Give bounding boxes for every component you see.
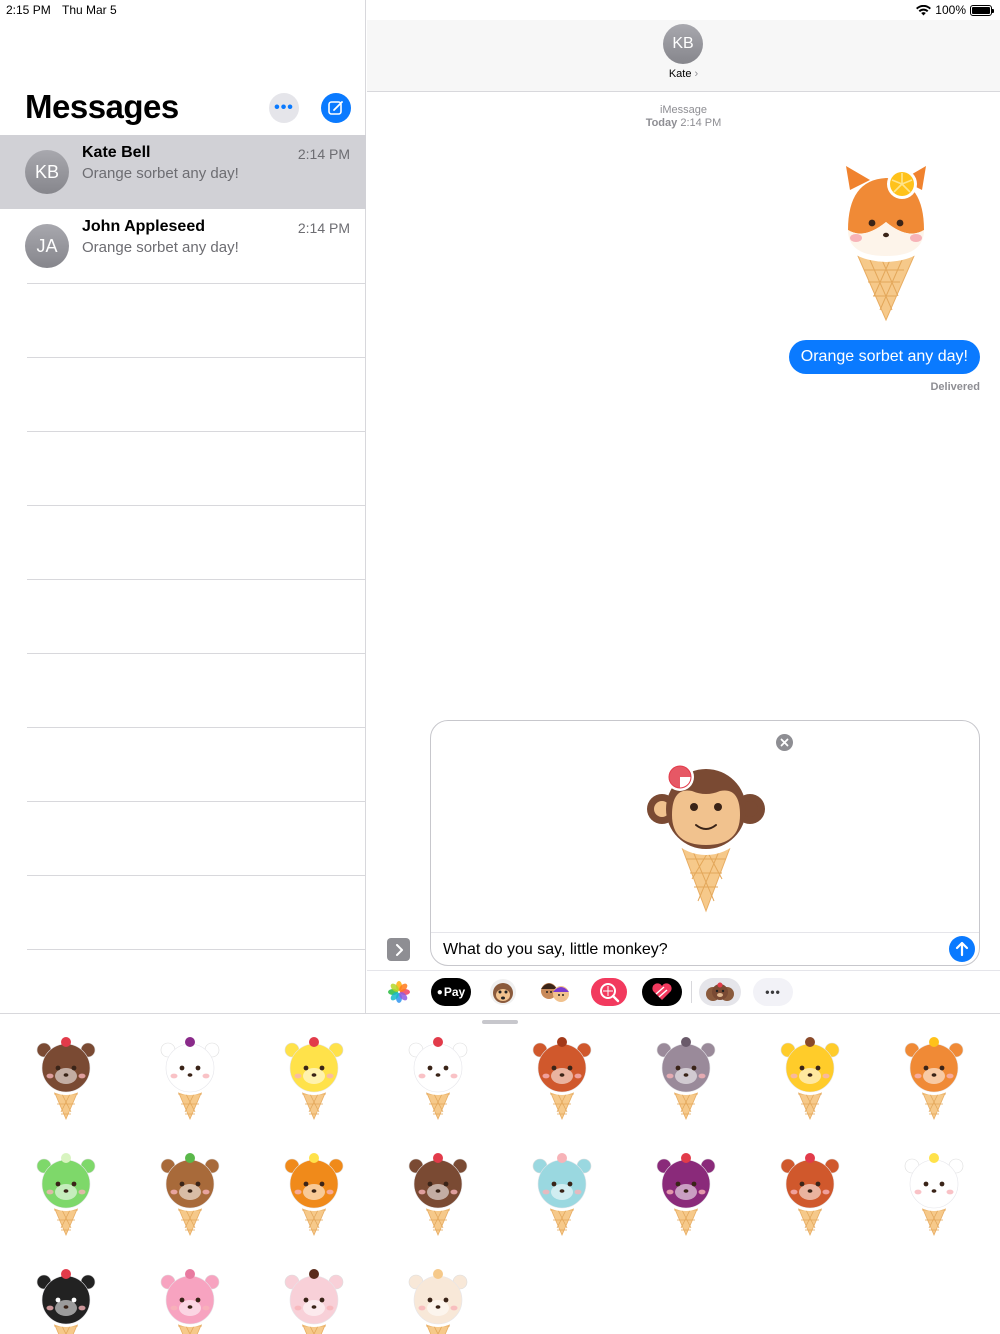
conversation-time: 2:14 PM: [297, 146, 350, 162]
service-label: iMessage: [659, 104, 708, 116]
cow-sticker[interactable]: [402, 1034, 474, 1126]
message-input[interactable]: What do you say, little monkey?: [443, 941, 668, 959]
arrow-up-icon: [955, 941, 969, 957]
battery-percent: 100%: [935, 3, 966, 17]
contact-name-button[interactable]: Kate ›: [367, 68, 1000, 80]
row-separator: [27, 505, 365, 506]
cow-with-umbrella-sticker[interactable]: [154, 1034, 226, 1126]
page-title: Messages: [25, 88, 179, 125]
search-images-icon: [591, 978, 627, 1006]
apple-logo-icon: ●: [436, 986, 443, 998]
app-drawer: ● Pay •••: [367, 970, 1000, 1013]
timestamp-time: 2:14 PM: [680, 117, 722, 129]
fox-ice-cream-sticker[interactable]: [828, 160, 944, 332]
avatar: KB: [25, 150, 69, 194]
monkey-sticker[interactable]: [402, 1150, 474, 1242]
battery-icon: [970, 4, 994, 16]
row-separator: [27, 357, 365, 358]
contact-avatar[interactable]: KB: [663, 24, 703, 64]
message-compose-box[interactable]: What do you say, little monkey?: [430, 720, 980, 966]
penguin-sticker[interactable]: [30, 1266, 102, 1334]
compose-button[interactable]: [321, 93, 351, 123]
wifi-icon: [916, 4, 932, 15]
animoji-icon: [490, 979, 516, 1005]
frog-sticker[interactable]: [30, 1150, 102, 1242]
image-search-app-button[interactable]: [589, 978, 629, 1006]
contact-name: Kate: [668, 68, 692, 80]
conversation-name: John Appleseed: [82, 218, 205, 235]
conversation-time: 2:14 PM: [297, 220, 350, 236]
close-icon: [780, 738, 789, 747]
memoji-icon: [541, 983, 569, 1002]
monkey-ice-cream-sticker[interactable]: [636, 761, 776, 921]
compose-divider: [431, 932, 979, 933]
photos-app-button[interactable]: [379, 978, 419, 1006]
apple-pay-label: Pay: [443, 985, 466, 999]
donkey-sticker[interactable]: [650, 1034, 722, 1126]
row-separator: [27, 801, 365, 802]
duckling-sticker[interactable]: [774, 1034, 846, 1126]
status-right: 100%: [916, 3, 994, 17]
fox-sticker[interactable]: [898, 1034, 970, 1126]
drawer-grabber-handle[interactable]: [482, 1020, 518, 1024]
photos-icon: [388, 981, 410, 1003]
animoji-app-button[interactable]: [483, 978, 523, 1006]
conversation-preview: Orange sorbet any day!: [82, 165, 239, 182]
bear-sticker[interactable]: [30, 1034, 102, 1126]
row-separator: [27, 431, 365, 432]
apple-pay-button[interactable]: ● Pay: [431, 978, 471, 1006]
panda-sticker[interactable]: [898, 1150, 970, 1242]
memoji-app-button[interactable]: [535, 978, 575, 1006]
status-date: Thu Mar 5: [62, 3, 117, 17]
owl-sticker[interactable]: [774, 1150, 846, 1242]
ice-cream-stickers-icon: [706, 982, 734, 1001]
more-apps-button[interactable]: •••: [753, 978, 793, 1006]
message-timestamp: Today 2:14 PM: [367, 117, 1000, 129]
expand-apps-button[interactable]: [387, 938, 410, 961]
digital-touch-icon: [642, 978, 682, 1006]
drawer-divider: [691, 981, 692, 1003]
more-apps-icon: •••: [765, 985, 781, 999]
status-time: 2:15 PM: [6, 3, 51, 17]
hedgehog-sticker[interactable]: [154, 1150, 226, 1242]
sent-message-bubble[interactable]: Orange sorbet any day!: [788, 340, 980, 374]
row-separator: [27, 949, 365, 950]
row-separator: [27, 653, 365, 654]
remove-attachment-button[interactable]: [776, 734, 793, 751]
conversation-row-kate-bell[interactable]: KB Kate Bell Orange sorbet any day! 2:14…: [0, 135, 366, 209]
pig-sticker[interactable]: [154, 1266, 226, 1334]
row-separator: [27, 727, 365, 728]
compose-icon: [328, 101, 343, 115]
sticker-tray: [0, 1013, 1000, 1334]
row-separator: [27, 579, 365, 580]
chick-sticker[interactable]: [278, 1034, 350, 1126]
conversation-preview: Orange sorbet any day!: [82, 239, 239, 256]
chevron-right-icon: [395, 943, 403, 956]
row-separator: [27, 875, 365, 876]
bunny-sticker[interactable]: [278, 1266, 350, 1334]
avatar: JA: [25, 224, 69, 268]
status-bar: 2:15 PM Thu Mar 5 100%: [0, 0, 1000, 20]
mouse-sticker[interactable]: [526, 1150, 598, 1242]
send-button[interactable]: [949, 936, 975, 962]
lion-sticker[interactable]: [278, 1150, 350, 1242]
conversation-list-panel: Messages ••• KB Kate Bell Orange sorbet …: [0, 0, 366, 1013]
dog-sticker[interactable]: [526, 1034, 598, 1126]
delivery-status: Delivered: [930, 381, 980, 393]
timestamp-day: Today: [645, 117, 678, 129]
octopus-sticker[interactable]: [650, 1150, 722, 1242]
more-options-button[interactable]: •••: [269, 93, 299, 123]
ellipsis-icon: •••: [274, 99, 294, 116]
ice-cream-stickers-app-button[interactable]: [699, 978, 741, 1006]
conversation-row-john-appleseed[interactable]: JA John Appleseed Orange sorbet any day!…: [0, 209, 366, 283]
chevron-right-icon: ›: [694, 68, 699, 80]
conversation-name: Kate Bell: [82, 144, 151, 161]
conversation-header: KB Kate ›: [367, 20, 1000, 92]
row-separator: [27, 283, 365, 284]
sheep-sticker[interactable]: [402, 1266, 474, 1334]
digital-touch-app-button[interactable]: [642, 978, 682, 1006]
